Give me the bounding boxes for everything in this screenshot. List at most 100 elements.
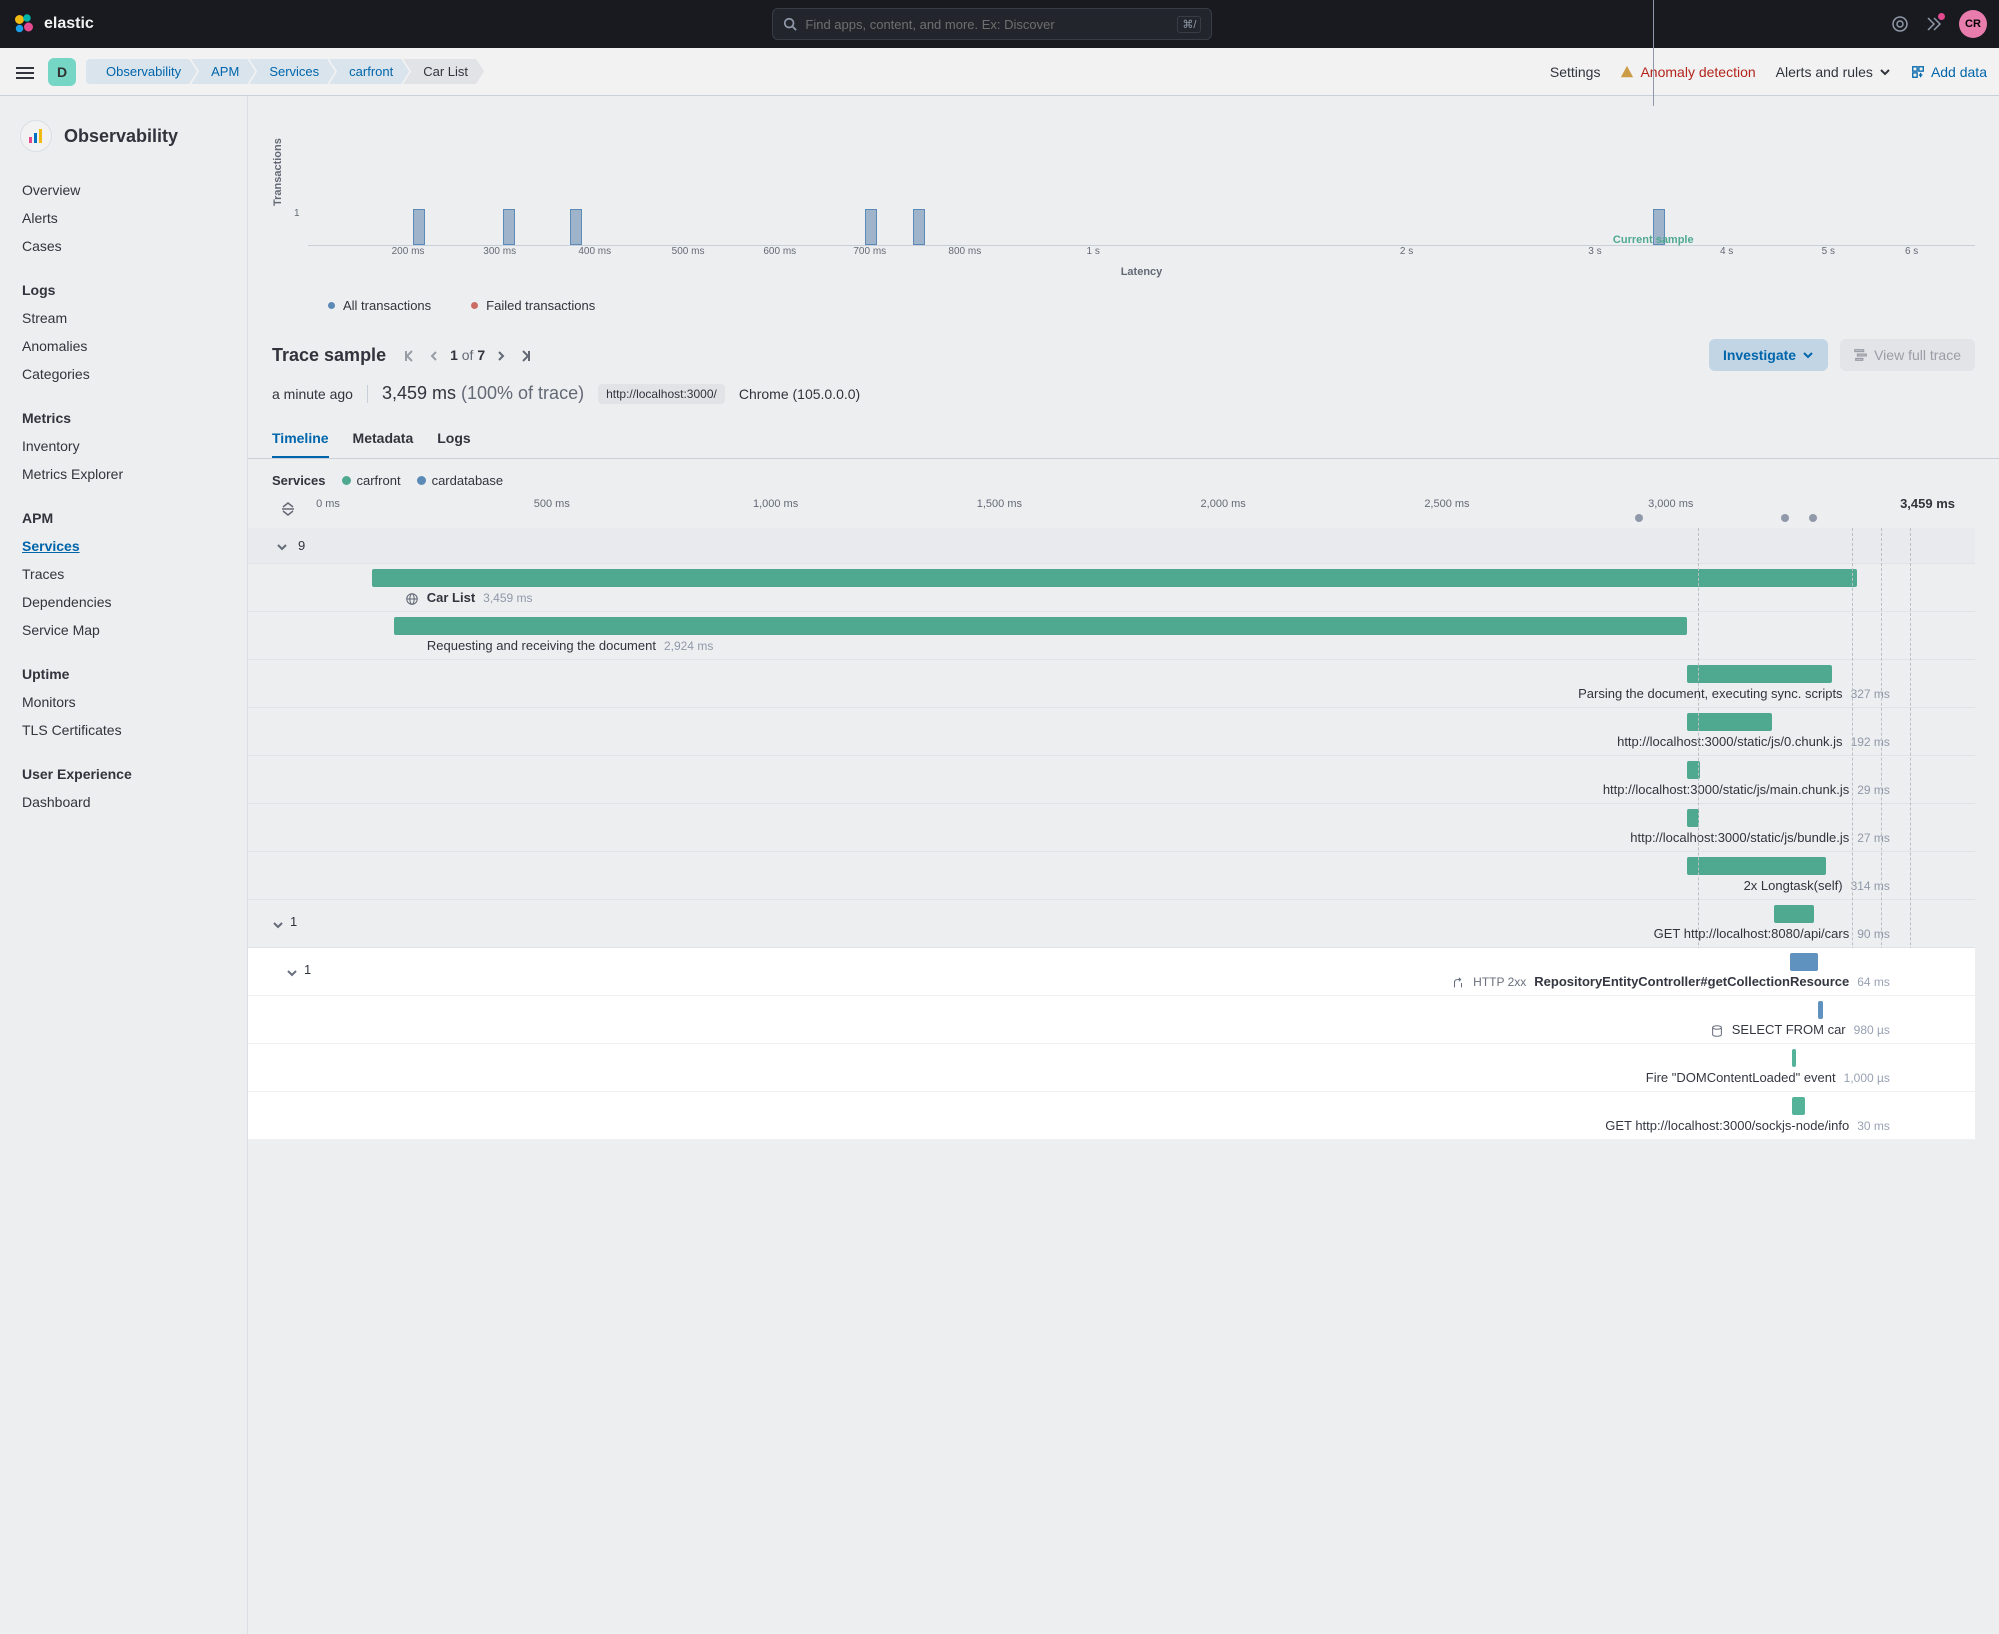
add-data-link[interactable]: Add data bbox=[1911, 64, 1987, 80]
pager-first-icon[interactable] bbox=[400, 345, 418, 365]
waterfall-row[interactable]: GET http://localhost:3000/sockjs-node/in… bbox=[248, 1092, 1975, 1140]
legend-all[interactable]: All transactions bbox=[328, 298, 431, 313]
timeline-services: Services carfront cardatabase bbox=[248, 459, 1999, 494]
sidebar-item-anomalies[interactable]: Anomalies bbox=[0, 332, 247, 360]
chart-bar[interactable] bbox=[865, 209, 877, 245]
sidebar-item-services[interactable]: Services bbox=[0, 532, 247, 560]
main-content: Transactions 1 Current sample 200 ms300 … bbox=[248, 96, 1999, 1634]
sidebar-item-tls-certificates[interactable]: TLS Certificates bbox=[0, 716, 247, 744]
sidebar-item-stream[interactable]: Stream bbox=[0, 304, 247, 332]
sidebar-item-monitors[interactable]: Monitors bbox=[0, 688, 247, 716]
trace-pager: 1 of 7 bbox=[400, 345, 535, 365]
waterfall-row[interactable]: http://localhost:3000/static/js/bundle.j… bbox=[248, 804, 1975, 852]
span-bar[interactable] bbox=[1792, 1049, 1797, 1067]
chart-xtick: 600 ms bbox=[763, 246, 796, 257]
sidebar-item-alerts[interactable]: Alerts bbox=[0, 204, 247, 232]
timeline-marker[interactable] bbox=[1809, 514, 1817, 522]
space-badge[interactable]: D bbox=[48, 58, 76, 86]
sidebar-item-dependencies[interactable]: Dependencies bbox=[0, 588, 247, 616]
tab-timeline[interactable]: Timeline bbox=[272, 420, 329, 458]
chart-xtick: 5 s bbox=[1822, 246, 1835, 257]
span-bar[interactable] bbox=[1687, 713, 1772, 731]
waterfall-row[interactable]: Requesting and receiving the document2,9… bbox=[248, 612, 1975, 660]
settings-link[interactable]: Settings bbox=[1550, 64, 1601, 80]
pager-prev-icon[interactable] bbox=[426, 345, 442, 365]
span-bar[interactable] bbox=[1774, 905, 1814, 923]
waterfall-row[interactable]: Parsing the document, executing sync. sc… bbox=[248, 660, 1975, 708]
notification-dot bbox=[1938, 13, 1945, 20]
chart-bar[interactable] bbox=[913, 209, 925, 245]
chart-bar[interactable] bbox=[413, 209, 425, 245]
span-label: GET http://localhost:8080/api/cars90 ms bbox=[1654, 926, 1890, 941]
waterfall-row[interactable]: 1GET http://localhost:8080/api/cars90 ms bbox=[248, 900, 1975, 948]
waterfall-row[interactable]: http://localhost:3000/static/js/main.chu… bbox=[248, 756, 1975, 804]
chevron-down-icon[interactable] bbox=[276, 538, 288, 553]
pager-next-icon[interactable] bbox=[493, 345, 509, 365]
timeline-tick: 3,000 ms bbox=[1648, 498, 1693, 510]
chevron-down-icon[interactable] bbox=[286, 964, 298, 980]
newsfeed-icon[interactable] bbox=[1925, 15, 1943, 33]
span-label: Car List3,459 ms bbox=[405, 590, 533, 606]
global-search[interactable]: ⌘/ bbox=[772, 8, 1212, 40]
current-sample-label: Current sample bbox=[1613, 234, 1694, 246]
brand-logo[interactable]: elastic bbox=[12, 12, 94, 36]
crumb-services[interactable]: Services bbox=[249, 59, 335, 84]
meta-url[interactable]: http://localhost:3000/ bbox=[598, 384, 725, 404]
timeline-tick: 2,000 ms bbox=[1201, 498, 1246, 510]
sidebar-group-title: User Experience bbox=[0, 756, 247, 788]
waterfall-row[interactable]: Fire "DOMContentLoaded" event1,000 µs bbox=[248, 1044, 1975, 1092]
sidebar-item-overview[interactable]: Overview bbox=[0, 176, 247, 204]
breadcrumbs: Observability APM Services carfront Car … bbox=[86, 59, 484, 84]
span-bar[interactable] bbox=[1790, 953, 1818, 971]
sidebar-group-title: Uptime bbox=[0, 656, 247, 688]
span-bar[interactable] bbox=[1687, 809, 1699, 827]
sidebar-item-categories[interactable]: Categories bbox=[0, 360, 247, 388]
sidebar-item-dashboard[interactable]: Dashboard bbox=[0, 788, 247, 816]
span-bar[interactable] bbox=[372, 569, 1857, 587]
sidebar-item-inventory[interactable]: Inventory bbox=[0, 432, 247, 460]
span-duration: 90 ms bbox=[1857, 927, 1890, 941]
crumb-observability[interactable]: Observability bbox=[86, 59, 197, 84]
span-bar[interactable] bbox=[1792, 1097, 1805, 1115]
help-icon[interactable] bbox=[1891, 15, 1909, 33]
trace-meta: a minute ago 3,459 ms (100% of trace) ht… bbox=[248, 379, 1999, 420]
legend-failed[interactable]: Failed transactions bbox=[471, 298, 595, 313]
http-status: HTTP 2xx bbox=[1473, 975, 1526, 989]
waterfall-row[interactable]: SELECT FROM car980 µs bbox=[248, 996, 1975, 1044]
sidebar-item-traces[interactable]: Traces bbox=[0, 560, 247, 588]
pager-last-icon[interactable] bbox=[517, 345, 535, 365]
anomaly-detection-link[interactable]: Anomaly detection bbox=[1620, 64, 1755, 80]
sidebar-item-service-map[interactable]: Service Map bbox=[0, 616, 247, 644]
collapse-all-icon[interactable] bbox=[280, 500, 296, 517]
waterfall-row[interactable]: Car List3,459 ms bbox=[248, 564, 1975, 612]
span-bar[interactable] bbox=[1687, 665, 1832, 683]
sidebar-item-metrics-explorer[interactable]: Metrics Explorer bbox=[0, 460, 247, 488]
investigate-button[interactable]: Investigate bbox=[1709, 339, 1828, 371]
span-bar[interactable] bbox=[1818, 1001, 1823, 1019]
timeline-marker[interactable] bbox=[1635, 514, 1643, 522]
user-avatar[interactable]: CR bbox=[1959, 10, 1987, 38]
waterfall: 3,459 ms 0 ms500 ms1,000 ms1,500 ms2,000… bbox=[248, 494, 1999, 1164]
waterfall-row[interactable]: 2x Longtask(self)314 ms bbox=[248, 852, 1975, 900]
sidebar-item-cases[interactable]: Cases bbox=[0, 232, 247, 260]
span-bar[interactable] bbox=[394, 617, 1687, 635]
search-input[interactable] bbox=[805, 17, 1169, 32]
alerts-rules-link[interactable]: Alerts and rules bbox=[1776, 64, 1891, 80]
waterfall-row[interactable]: http://localhost:3000/static/js/0.chunk.… bbox=[248, 708, 1975, 756]
chart-bar[interactable] bbox=[570, 209, 582, 245]
crumb-carfront[interactable]: carfront bbox=[329, 59, 409, 84]
waterfall-group[interactable]: 9 bbox=[248, 528, 1975, 564]
service-carfront[interactable]: carfront bbox=[342, 473, 401, 488]
chart-bar[interactable] bbox=[503, 209, 515, 245]
nav-toggle-icon[interactable] bbox=[12, 59, 38, 83]
timeline-marker[interactable] bbox=[1781, 514, 1789, 522]
crumb-apm[interactable]: APM bbox=[191, 59, 255, 84]
span-bar[interactable] bbox=[1687, 857, 1826, 875]
chevron-down-icon[interactable] bbox=[272, 916, 284, 932]
chart-xtick: 700 ms bbox=[853, 246, 886, 257]
tab-metadata[interactable]: Metadata bbox=[353, 420, 414, 458]
sidebar-group-title: Metrics bbox=[0, 400, 247, 432]
service-cardatabase[interactable]: cardatabase bbox=[417, 473, 504, 488]
tab-logs[interactable]: Logs bbox=[437, 420, 470, 458]
waterfall-row[interactable]: 1HTTP 2xxRepositoryEntityController#getC… bbox=[248, 948, 1975, 996]
